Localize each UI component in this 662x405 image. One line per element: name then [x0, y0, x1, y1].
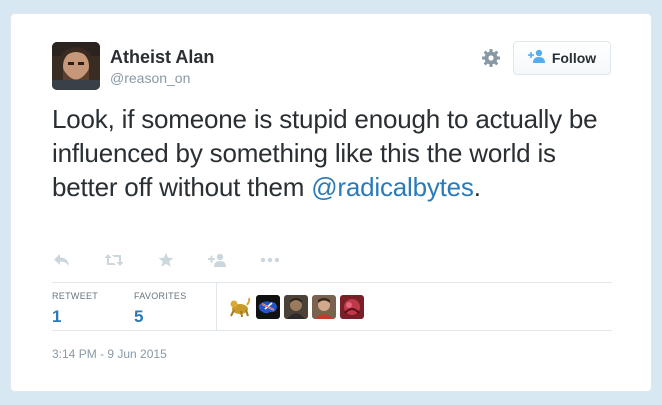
- favoriter-avatar[interactable]: [256, 295, 280, 319]
- tweet-actions: [52, 250, 312, 270]
- more-icon[interactable]: [260, 251, 280, 269]
- add-user-icon: [527, 49, 546, 68]
- author-name[interactable]: Atheist Alan: [110, 47, 214, 67]
- follow-small-icon[interactable]: [208, 251, 228, 269]
- favoriter-avatar[interactable]: [340, 295, 364, 319]
- tweet-text-end: .: [473, 172, 481, 202]
- retweet-label: RETWEET: [52, 291, 99, 301]
- gear-icon[interactable]: [481, 48, 501, 68]
- author-avatar[interactable]: [52, 42, 100, 90]
- favoriter-avatar[interactable]: [284, 295, 308, 319]
- favoriter-avatar[interactable]: [312, 295, 336, 319]
- favorites-count: 5: [134, 307, 144, 326]
- favorites-stat[interactable]: FAVORITES 5: [134, 290, 187, 328]
- favorites-label: FAVORITES: [134, 291, 187, 301]
- retweet-count: 1: [52, 307, 62, 326]
- author-handle[interactable]: @reason_on: [110, 70, 190, 86]
- retweet-stat[interactable]: RETWEET 1: [52, 290, 98, 328]
- tweet-card: Atheist Alan @reason_on Follow Look, if …: [10, 13, 652, 392]
- stats-separator: [216, 282, 217, 330]
- tweet-timestamp[interactable]: 3:14 PM - 9 Jun 2015: [52, 347, 167, 361]
- mention-link[interactable]: @radicalbytes: [311, 172, 474, 202]
- tweet-text: Look, if someone is stupid enough to act…: [52, 102, 622, 204]
- favoriter-avatar[interactable]: [228, 295, 252, 319]
- favorite-icon[interactable]: [156, 251, 176, 269]
- stats-divider-top: [52, 282, 612, 283]
- retweet-icon[interactable]: [104, 251, 124, 269]
- reply-icon[interactable]: [52, 251, 72, 269]
- follow-button[interactable]: Follow: [513, 41, 611, 75]
- favoriters-list: [228, 295, 364, 319]
- follow-label: Follow: [551, 50, 597, 66]
- stats-divider-bottom: [52, 330, 612, 331]
